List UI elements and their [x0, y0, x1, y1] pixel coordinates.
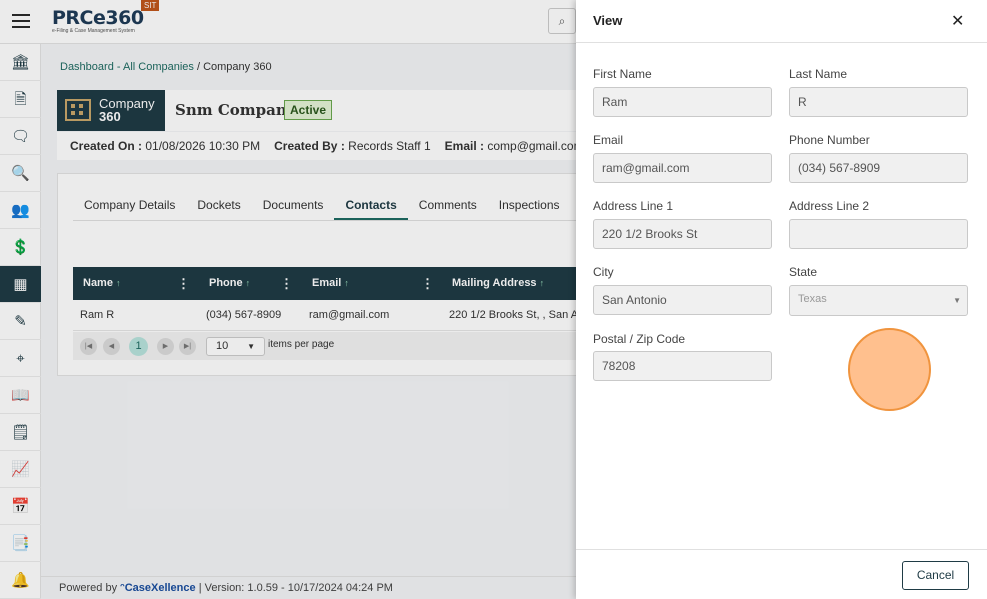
phone-number-label: Phone Number	[789, 133, 870, 147]
modal-backdrop[interactable]	[0, 0, 576, 599]
view-contact-drawer: View ✕ First Name Last Name Email Phone …	[576, 0, 987, 599]
first-name-field[interactable]	[593, 87, 772, 117]
last-name-field[interactable]	[789, 87, 968, 117]
address-line-2-label: Address Line 2	[789, 199, 870, 213]
last-name-label: Last Name	[789, 67, 848, 81]
zip-code-field[interactable]	[593, 351, 772, 381]
first-name-label: First Name	[593, 67, 652, 81]
state-select[interactable]: Texas ▼	[789, 285, 968, 316]
email-field[interactable]	[593, 153, 772, 183]
close-icon[interactable]: ✕	[951, 11, 964, 31]
chevron-down-icon: ▼	[953, 296, 961, 305]
address-line-1-field[interactable]	[593, 219, 772, 249]
drawer-header: View ✕	[576, 0, 987, 43]
state-label: State	[789, 265, 818, 279]
zip-code-label: Postal / Zip Code	[593, 332, 686, 346]
click-indicator	[848, 328, 931, 411]
drawer-footer: Cancel	[576, 549, 987, 599]
address-line-1-label: Address Line 1	[593, 199, 674, 213]
cancel-button[interactable]: Cancel	[902, 561, 969, 590]
city-label: City	[593, 265, 614, 279]
phone-number-field[interactable]	[789, 153, 968, 183]
state-value: Texas	[798, 293, 827, 305]
address-line-2-field[interactable]	[789, 219, 968, 249]
email-field-label: Email	[593, 133, 624, 147]
city-field[interactable]	[593, 285, 772, 315]
drawer-title: View	[593, 13, 623, 28]
